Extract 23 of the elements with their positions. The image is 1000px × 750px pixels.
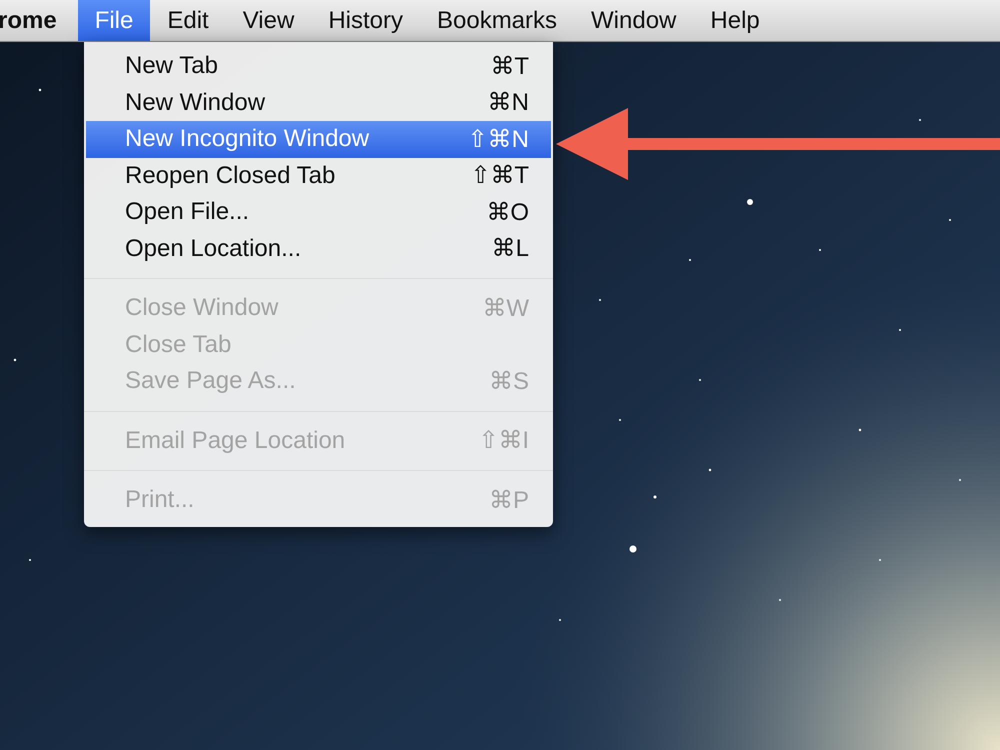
menu-item[interactable]: New Tab ⌘T — [86, 48, 551, 84]
menu-bar-item[interactable]: Edit — [150, 0, 226, 41]
menu-item[interactable]: Open Location... ⌘L — [86, 230, 551, 267]
shortcut-text: ⇧⌘I — [478, 426, 529, 456]
shortcut-text: ⌘W — [482, 294, 529, 323]
menu-bar-item[interactable]: Help — [693, 0, 777, 41]
menu-item[interactable]: Reopen Closed Tab ⇧⌘T — [86, 158, 551, 194]
menu-item[interactable]: New Window ⌘N — [86, 84, 551, 121]
shortcut-text: ⌘T — [490, 52, 529, 81]
menu-item[interactable]: New Incognito Window ⇧⌘N — [86, 121, 551, 158]
menu-item[interactable]: Open File... ⌘O — [86, 194, 551, 230]
menu-bar-item[interactable]: Window — [574, 0, 694, 41]
menu-bar-item[interactable]: Bookmarks — [420, 0, 574, 41]
menu-bar-item[interactable]: History — [311, 0, 420, 41]
shortcut-text: ⌘N — [488, 88, 529, 118]
shortcut-text: ⌘S — [488, 366, 529, 396]
shortcut-text: ⌘L — [492, 234, 529, 264]
menu-bar-item[interactable]: View — [226, 0, 312, 41]
menu-bar-item[interactable]: File — [78, 0, 150, 41]
shortcut-text: ⌘O — [486, 198, 529, 227]
shortcut-text: ⇧⌘N — [468, 124, 529, 154]
shortcut-text: ⌘P — [488, 486, 529, 515]
shortcut-text: ⇧⌘T — [470, 161, 529, 190]
